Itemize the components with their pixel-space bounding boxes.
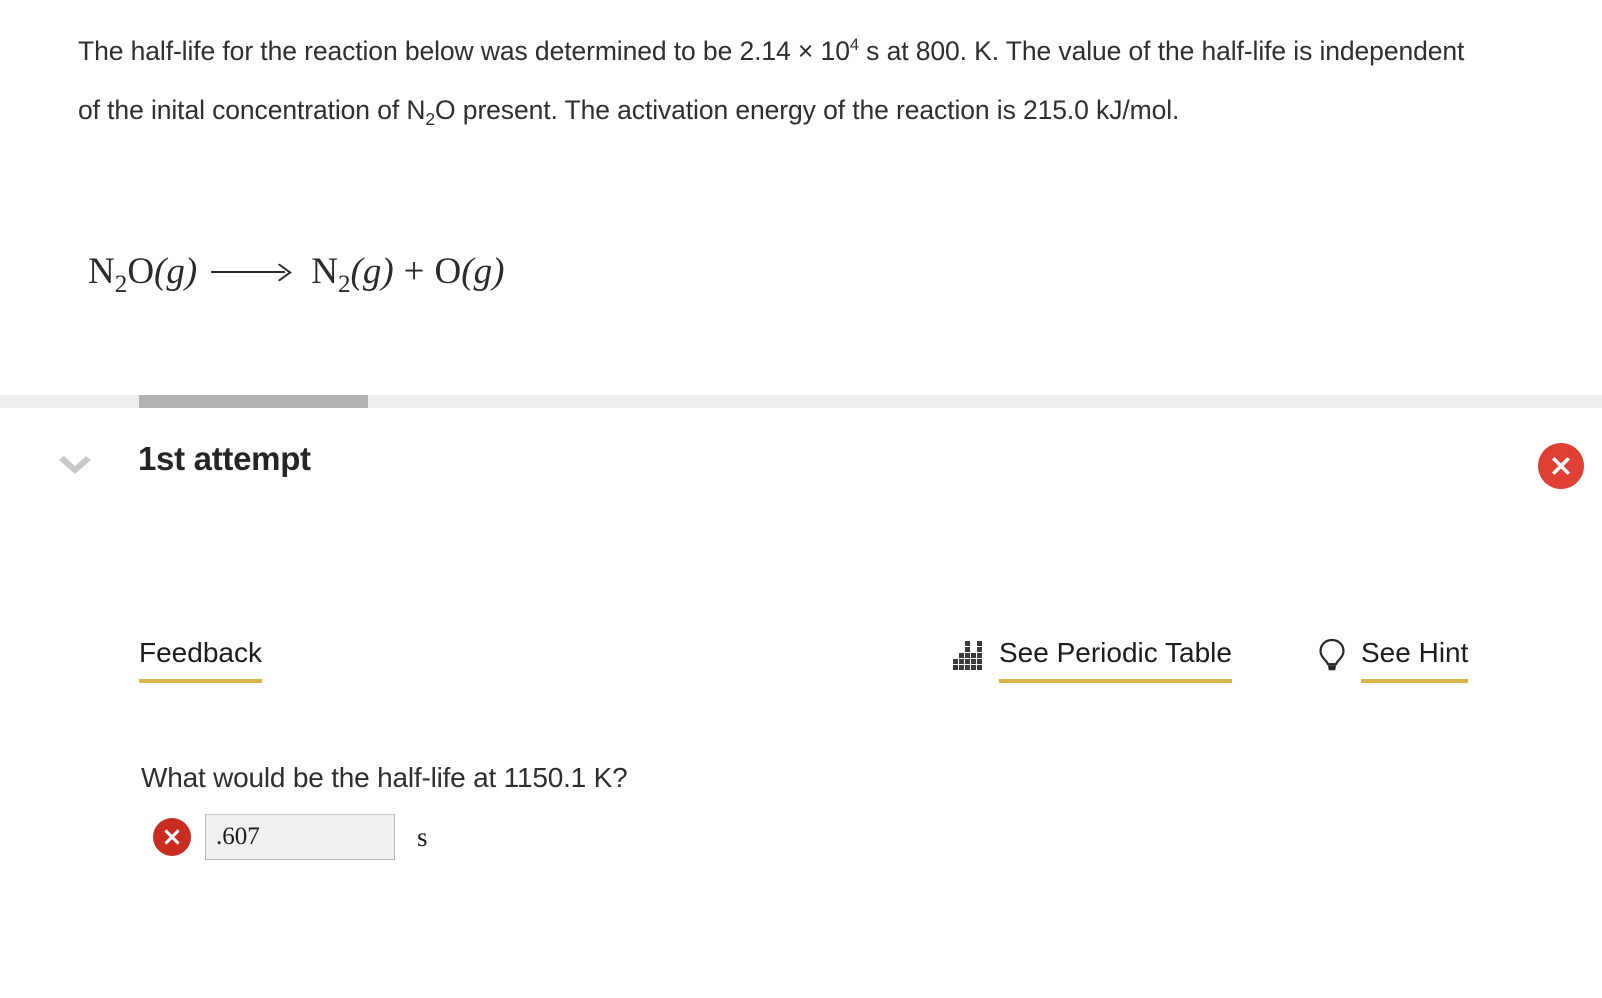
question-prompt: What would be the half-life at 1150.1 K? <box>141 762 628 793</box>
product1-subscript: 2 <box>337 271 351 298</box>
error-circle-icon <box>1548 453 1574 479</box>
see-hint-label: See Hint <box>1361 637 1469 683</box>
stem-text-part-3: O present. The activation energy of the … <box>435 95 1180 125</box>
product1-element: N <box>311 251 338 292</box>
answer-row: s <box>153 814 428 860</box>
see-periodic-table-link[interactable]: See Periodic Table <box>953 637 1232 683</box>
tab-feedback[interactable]: Feedback <box>139 637 262 683</box>
chemical-equation: N2O(g) N2(g) + O(g) <box>88 250 505 298</box>
stem-subscript: 2 <box>425 109 436 129</box>
attempt-progress-fill <box>139 395 368 408</box>
stem-text-part-1: The half-life for the reaction below was… <box>78 36 850 66</box>
attempt-progress-track <box>0 395 1602 408</box>
periodic-table-icon <box>953 640 985 670</box>
answer-input[interactable] <box>205 814 395 860</box>
equation-product-2: O(g) <box>435 250 505 293</box>
equation-plus: + <box>403 251 425 292</box>
question-stem: The half-life for the reaction below was… <box>78 22 1478 140</box>
see-hint-link[interactable]: See Hint <box>1317 637 1469 683</box>
attempt-title: 1st attempt <box>138 440 311 477</box>
product2-element: O <box>434 251 462 292</box>
chevron-down-icon <box>55 455 95 479</box>
see-periodic-table-label: See Periodic Table <box>999 637 1232 683</box>
reactant-element: N <box>88 251 115 292</box>
reactant-rest: O <box>127 251 155 292</box>
stem-exponent: 4 <box>849 36 859 55</box>
answer-unit-label: s <box>417 821 428 852</box>
answer-status-icon <box>153 818 191 856</box>
product1-state: (g) <box>350 251 394 292</box>
lightbulb-icon <box>1317 638 1347 672</box>
product2-state: (g) <box>461 251 505 292</box>
error-circle-icon <box>161 826 183 848</box>
reactant-subscript: 2 <box>114 271 128 298</box>
attempt-status-badge <box>1538 443 1584 489</box>
equation-product-1: N2(g) <box>311 250 394 298</box>
reactant-state: (g) <box>154 251 198 292</box>
reaction-arrow-icon <box>211 261 297 283</box>
collapse-attempt-button[interactable] <box>52 447 98 487</box>
equation-reactant: N2O(g) <box>88 250 198 298</box>
